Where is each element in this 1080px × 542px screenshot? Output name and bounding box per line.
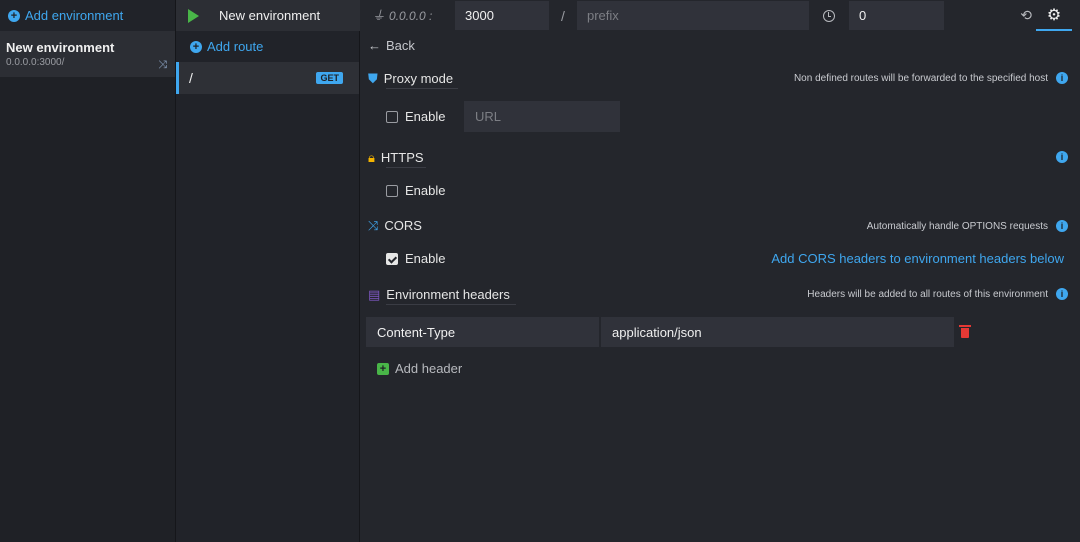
add-cors-headers-link[interactable]: Add CORS headers to environment headers … xyxy=(771,251,1064,266)
environment-settings-panel: ← Back ⛊ Proxy mode Non defined routes w… xyxy=(360,31,1080,542)
host-text: 0.0.0.0 : xyxy=(389,8,433,23)
shuffle-icon: ⤨ xyxy=(158,59,167,71)
trash-lid xyxy=(959,325,971,327)
route-path: / xyxy=(189,70,193,86)
environment-item[interactable]: New environment 0.0.0.0:3000/ ⤨ xyxy=(0,31,175,77)
routes-list: + Add route / GET xyxy=(176,31,360,542)
back-label: Back xyxy=(386,38,415,53)
active-environment-name: New environment xyxy=(219,8,321,23)
host-label: ⏚ 0.0.0.0 : xyxy=(372,9,455,23)
cors-enable-label: Enable xyxy=(405,251,446,266)
proxy-enable-checkbox[interactable]: Enable xyxy=(386,109,445,124)
section-underline xyxy=(386,88,458,89)
checkbox-checked-icon xyxy=(386,252,398,265)
header-key-input[interactable]: Content-Type xyxy=(366,317,599,347)
info-icon[interactable]: i xyxy=(1056,220,1068,232)
clock-icon xyxy=(823,9,835,22)
lock-icon: 🔒︎ xyxy=(368,150,375,165)
environment-config-bar: ⏚ 0.0.0.0 : 3000 / prefix 0 ⟲ ⚙ xyxy=(360,0,1080,31)
plus-circle-icon: + xyxy=(8,9,20,22)
headers-title: Environment headers xyxy=(386,287,510,302)
environment-address: 0.0.0.0:3000/ xyxy=(6,57,65,68)
https-enable-checkbox[interactable]: Enable xyxy=(386,183,445,198)
cors-section-title: ⤨ CORS xyxy=(368,218,422,233)
latency-input[interactable]: 0 xyxy=(849,1,944,30)
checkbox-icon xyxy=(386,110,398,123)
prefix-input[interactable]: prefix xyxy=(577,1,809,30)
section-underline xyxy=(386,167,426,168)
proxy-hint: Non defined routes will be forwarded to … xyxy=(793,73,1048,84)
cors-icon: ⤨ xyxy=(368,218,379,233)
add-header-button[interactable]: + Add header xyxy=(377,361,462,376)
header-value-input[interactable]: application/json xyxy=(601,317,954,347)
https-section-title: 🔒︎ HTTPS xyxy=(368,150,424,165)
info-icon[interactable]: i xyxy=(1056,72,1068,84)
add-header-label: Add header xyxy=(395,361,463,376)
add-route-label: Add route xyxy=(207,39,264,54)
https-title: HTTPS xyxy=(380,150,424,165)
trash-bin xyxy=(961,328,969,338)
headers-icon: ▤ xyxy=(368,287,381,302)
environment-name: New environment xyxy=(6,40,115,55)
headers-hint: Headers will be added to all routes of t… xyxy=(807,289,1048,300)
history-icon[interactable]: ⟲ xyxy=(1020,7,1032,24)
run-bar: New environment xyxy=(176,0,360,31)
trash-icon[interactable] xyxy=(959,325,971,339)
cors-title: CORS xyxy=(384,218,422,233)
method-badge: GET xyxy=(316,72,343,84)
back-button[interactable]: ← Back xyxy=(368,38,415,53)
route-item[interactable]: / GET xyxy=(176,62,359,94)
proxy-enable-label: Enable xyxy=(405,109,446,124)
plug-icon: ⏚ xyxy=(372,8,386,23)
cors-enable-checkbox[interactable]: Enable xyxy=(386,251,445,266)
environments-sidebar: + Add environment New environment 0.0.0.… xyxy=(0,0,176,542)
prefix-separator: / xyxy=(561,7,565,24)
arrow-left-icon: ← xyxy=(368,38,381,53)
proxy-url-input[interactable]: URL xyxy=(464,101,620,132)
port-input[interactable]: 3000 xyxy=(455,1,549,30)
checkbox-icon xyxy=(386,184,398,197)
headers-section-title: ▤ Environment headers xyxy=(368,287,510,302)
gear-icon[interactable]: ⚙ xyxy=(1036,0,1072,31)
plus-square-icon: + xyxy=(377,362,389,375)
cors-hint: Automatically handle OPTIONS requests xyxy=(866,221,1048,232)
add-environment-button[interactable]: + Add environment xyxy=(0,0,175,31)
play-icon[interactable] xyxy=(188,8,199,23)
plus-circle-icon: + xyxy=(190,40,202,53)
add-route-button[interactable]: + Add route xyxy=(176,31,359,62)
https-enable-label: Enable xyxy=(405,183,446,198)
proxy-title: Proxy mode xyxy=(383,71,454,86)
latency-label xyxy=(809,9,849,22)
info-icon[interactable]: i xyxy=(1056,288,1068,300)
shield-icon: ⛊ xyxy=(368,71,378,86)
add-environment-label: Add environment xyxy=(25,8,124,23)
proxy-section-title: ⛊ Proxy mode xyxy=(368,71,453,86)
section-underline xyxy=(386,304,516,305)
info-icon[interactable]: i xyxy=(1056,151,1068,163)
